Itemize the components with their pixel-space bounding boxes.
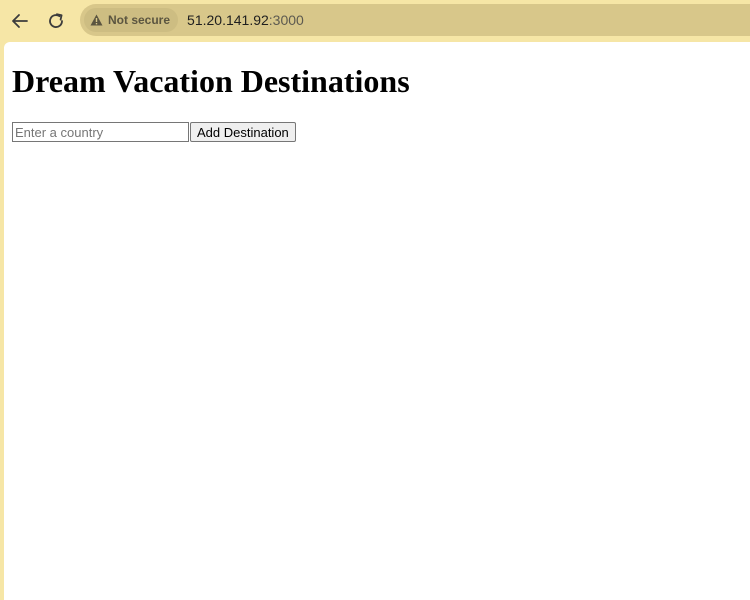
- url-host: 51.20.141.92: [187, 12, 269, 28]
- add-destination-button[interactable]: Add Destination: [190, 122, 296, 142]
- page-viewport: Dream Vacation Destinations Add Destinat…: [4, 42, 750, 600]
- warning-triangle-icon: [90, 14, 103, 26]
- address-bar[interactable]: Not secure 51.20.141.92:3000: [80, 4, 750, 36]
- country-input[interactable]: [12, 122, 189, 142]
- reload-icon: [49, 13, 63, 28]
- security-label: Not secure: [108, 13, 171, 27]
- back-arrow-icon: [12, 14, 28, 28]
- security-indicator[interactable]: Not secure: [84, 8, 179, 32]
- add-destination-form: Add Destination: [12, 122, 750, 142]
- url-text[interactable]: 51.20.141.92:3000: [187, 12, 304, 28]
- back-button[interactable]: [6, 7, 34, 35]
- url-port: :3000: [268, 12, 304, 28]
- reload-button[interactable]: [42, 7, 70, 35]
- page-title: Dream Vacation Destinations: [12, 63, 410, 99]
- page-content: Dream Vacation Destinations Add Destinat…: [4, 63, 750, 142]
- browser-toolbar: Not secure 51.20.141.92:3000: [0, 0, 750, 42]
